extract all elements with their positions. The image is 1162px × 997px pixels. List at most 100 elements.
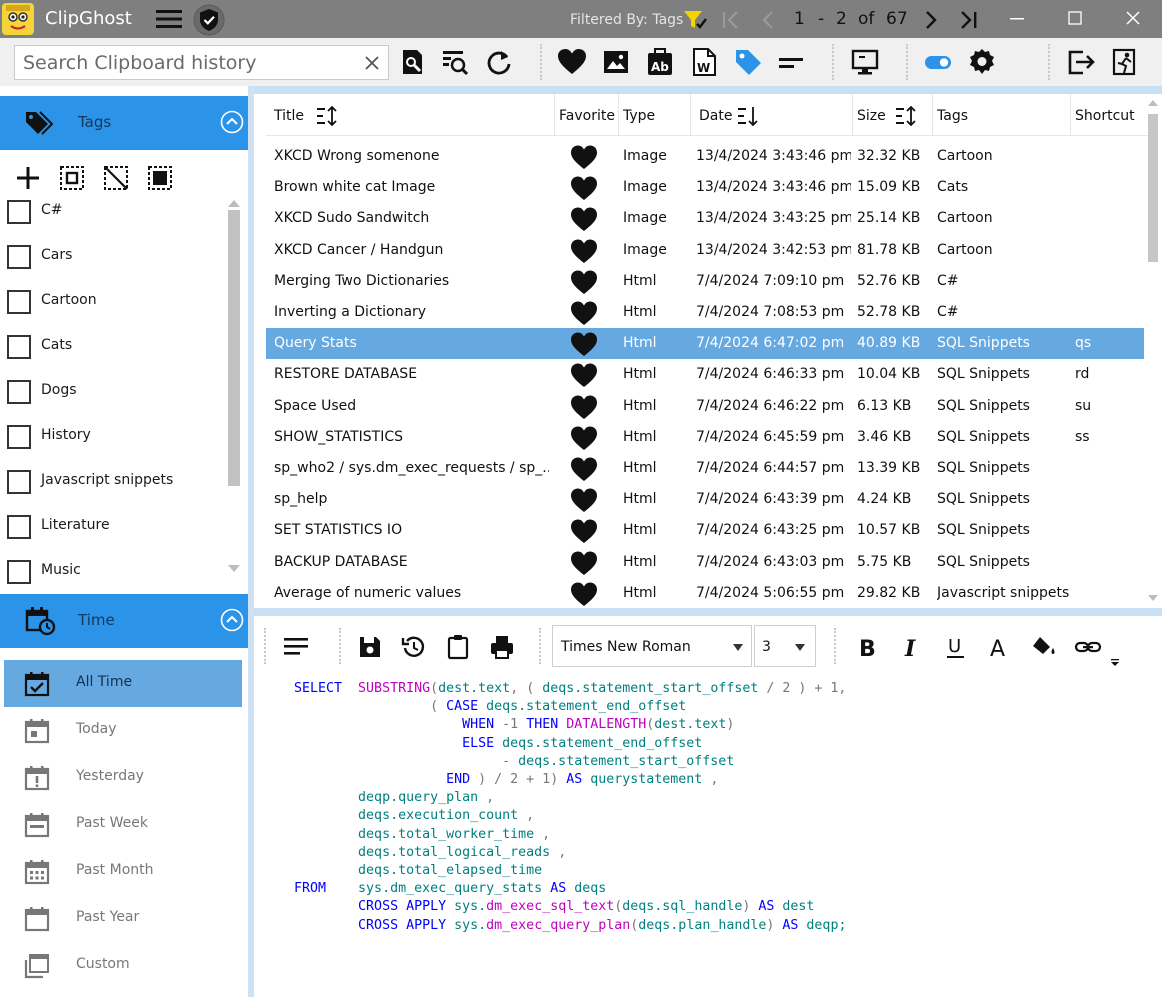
select-none-icon[interactable]: [102, 164, 130, 192]
table-row[interactable]: XKCD Wrong somenone Image 13/4/2024 3:43:4…: [266, 141, 1144, 172]
close-window-icon[interactable]: [1120, 7, 1146, 31]
favorite-heart-icon[interactable]: [570, 238, 598, 264]
tag-item-history[interactable]: History: [7, 421, 222, 451]
time-item-past-week[interactable]: Past Week: [4, 801, 242, 848]
table-row[interactable]: sp_help Html 7/4/2024 6:43:39 pm 4.24 KB SQL…: [266, 484, 1144, 515]
tag-checkbox[interactable]: [7, 425, 31, 449]
tag-checkbox[interactable]: [7, 380, 31, 404]
sort-icon[interactable]: [895, 105, 919, 127]
favorite-heart-icon[interactable]: [570, 269, 598, 295]
table-row[interactable]: SHOW_STATISTICS Html 7/4/2024 6:45:59 pm 3.…: [266, 422, 1144, 453]
table-row[interactable]: Merging Two Dictionaries Html 7/4/2024 7:0…: [266, 266, 1144, 297]
select-all-icon[interactable]: [58, 164, 86, 192]
text-filter-icon[interactable]: Ab: [645, 47, 675, 77]
time-item-yesterday[interactable]: Yesterday: [4, 754, 242, 801]
chevron-up-icon[interactable]: [220, 110, 244, 134]
link-icon[interactable]: [1074, 633, 1102, 661]
exit-icon[interactable]: [1110, 47, 1140, 77]
minimize-icon[interactable]: [1004, 7, 1030, 31]
favorite-heart-icon[interactable]: [570, 425, 598, 451]
italic-icon[interactable]: I: [898, 633, 926, 661]
favorite-heart-icon[interactable]: [570, 206, 598, 232]
column-header-title[interactable]: Title: [266, 94, 555, 136]
tag-item-dogs[interactable]: Dogs: [7, 376, 222, 406]
favorite-heart-icon[interactable]: [570, 175, 598, 201]
tag-item-literature[interactable]: Literature: [7, 511, 222, 541]
time-item-past-year[interactable]: Past Year: [4, 895, 242, 942]
table-row[interactable]: SET STATISTICS IO Html 7/4/2024 6:43:25 pm…: [266, 515, 1144, 546]
save-icon[interactable]: [356, 633, 384, 661]
tag-checkbox[interactable]: [7, 200, 31, 224]
table-row[interactable]: XKCD Cancer / Handgun Image 13/4/2024 3:42…: [266, 235, 1144, 266]
refresh-icon[interactable]: [484, 47, 514, 77]
time-item-all-time[interactable]: All Time: [4, 660, 242, 707]
column-header-tags[interactable]: Tags: [933, 94, 1071, 136]
favorite-heart-icon[interactable]: [570, 394, 598, 420]
image-filter-icon[interactable]: [601, 47, 631, 77]
tag-item-cats[interactable]: Cats: [7, 331, 222, 361]
scroll-up-icon[interactable]: [227, 198, 241, 208]
print-icon[interactable]: [488, 633, 516, 661]
bold-icon[interactable]: B: [854, 633, 882, 661]
font-size-select[interactable]: 3: [754, 625, 816, 667]
search-input[interactable]: [23, 51, 353, 75]
table-row[interactable]: Average of numeric values Html 7/4/2024 5:…: [266, 578, 1144, 609]
column-header-shortcut[interactable]: Shortcut: [1071, 94, 1143, 136]
table-row[interactable]: RESTORE DATABASE Html 7/4/2024 6:46:33 pm 1…: [266, 359, 1144, 390]
fill-color-icon[interactable]: [1030, 633, 1058, 661]
word-document-icon[interactable]: W: [689, 47, 719, 77]
table-row[interactable]: sp_who2 / sys.dm_exec_requests / sp_... H…: [266, 453, 1144, 484]
grid-scrollbar[interactable]: [1144, 94, 1162, 608]
favorite-heart-icon[interactable]: [570, 487, 598, 513]
favorite-heart-icon[interactable]: [570, 362, 598, 388]
tag-list-scrollbar[interactable]: [226, 196, 242, 574]
column-header-favorite[interactable]: Favorite: [555, 94, 619, 136]
tag-item-csharp[interactable]: C#: [7, 196, 222, 226]
add-tag-icon[interactable]: [14, 164, 42, 192]
column-header-type[interactable]: Type: [619, 94, 691, 136]
table-row[interactable]: Space Used Html 7/4/2024 6:46:22 pm 6.13 KB…: [266, 391, 1144, 422]
next-page-icon[interactable]: [920, 10, 942, 30]
table-row[interactable]: BACKUP DATABASE Html 7/4/2024 6:43:03 pm 5.…: [266, 547, 1144, 578]
tag-item-cars[interactable]: Cars: [7, 241, 222, 271]
scroll-thumb[interactable]: [228, 210, 240, 486]
history-icon[interactable]: [400, 633, 428, 661]
tag-item-cartoon[interactable]: Cartoon: [7, 286, 222, 316]
underline-icon[interactable]: U: [942, 633, 970, 661]
font-color-icon[interactable]: A: [986, 633, 1014, 661]
table-row[interactable]: Inverting a Dictionary Html 7/4/2024 7:08:…: [266, 297, 1144, 328]
filter-check-icon[interactable]: [683, 9, 707, 31]
monitor-icon[interactable]: [850, 47, 880, 77]
shield-check-icon[interactable]: [193, 4, 225, 36]
favorite-heart-icon[interactable]: [570, 144, 598, 170]
favorite-heart-icon[interactable]: [570, 300, 598, 326]
time-section-header[interactable]: Time: [0, 594, 248, 648]
time-item-past-month[interactable]: Past Month: [4, 848, 242, 895]
time-item-custom[interactable]: Custom: [4, 942, 242, 989]
table-row[interactable]: XKCD Sudo Sandwitch Image 13/4/2024 3:43:2…: [266, 203, 1144, 234]
advanced-search-icon[interactable]: [440, 47, 470, 77]
tag-item-music[interactable]: Music: [7, 556, 222, 586]
previous-page-icon[interactable]: [758, 10, 780, 30]
search-icon[interactable]: [397, 47, 427, 77]
tag-item-javascript[interactable]: Javascript snippets: [7, 466, 222, 496]
chevron-up-icon[interactable]: [220, 608, 244, 632]
code-editor[interactable]: SELECT SUBSTRING(dest.text, ( deqs.state…: [294, 680, 1154, 990]
tag-checkbox[interactable]: [7, 470, 31, 494]
favorite-heart-icon[interactable]: [570, 331, 598, 357]
panel-splitter[interactable]: [254, 608, 1162, 616]
text-align-icon[interactable]: [777, 47, 807, 77]
hamburger-menu-icon[interactable]: [156, 9, 182, 29]
clear-search-icon[interactable]: [362, 53, 382, 73]
tag-checkbox[interactable]: [7, 560, 31, 584]
scroll-thumb[interactable]: [1148, 114, 1158, 262]
tags-section-header[interactable]: Tags: [0, 96, 248, 150]
column-header-date[interactable]: Date: [691, 94, 853, 136]
favorite-heart-icon[interactable]: [570, 550, 598, 576]
favorite-heart-icon[interactable]: [570, 456, 598, 482]
toggle-switch-icon[interactable]: [923, 47, 953, 77]
logout-icon[interactable]: [1066, 47, 1096, 77]
tag-checkbox[interactable]: [7, 335, 31, 359]
clipboard-icon[interactable]: [444, 633, 472, 661]
tag-checkbox[interactable]: [7, 515, 31, 539]
